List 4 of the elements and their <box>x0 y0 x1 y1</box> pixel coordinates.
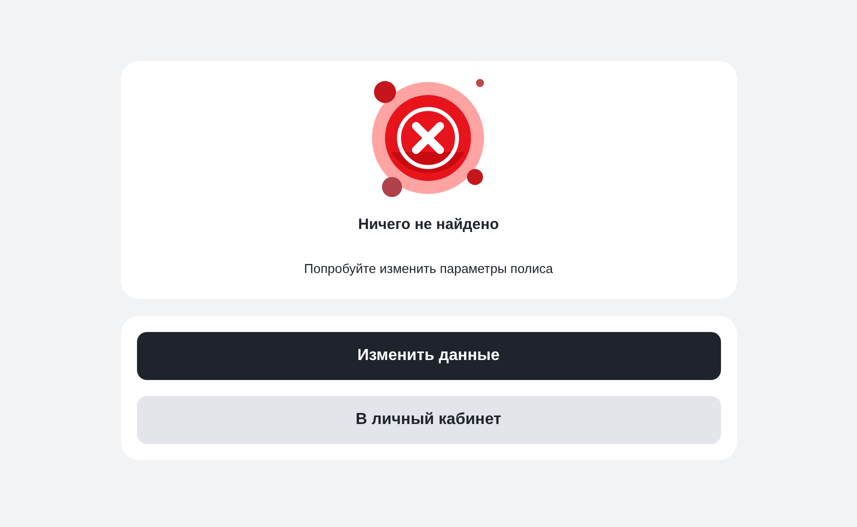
change-data-button[interactable]: Изменить данные <box>136 332 720 380</box>
result-message: Попробуйте изменить параметры полиса <box>304 260 553 278</box>
account-button[interactable]: В личный кабинет <box>136 396 720 444</box>
result-title: Ничего не найдено <box>358 215 499 235</box>
